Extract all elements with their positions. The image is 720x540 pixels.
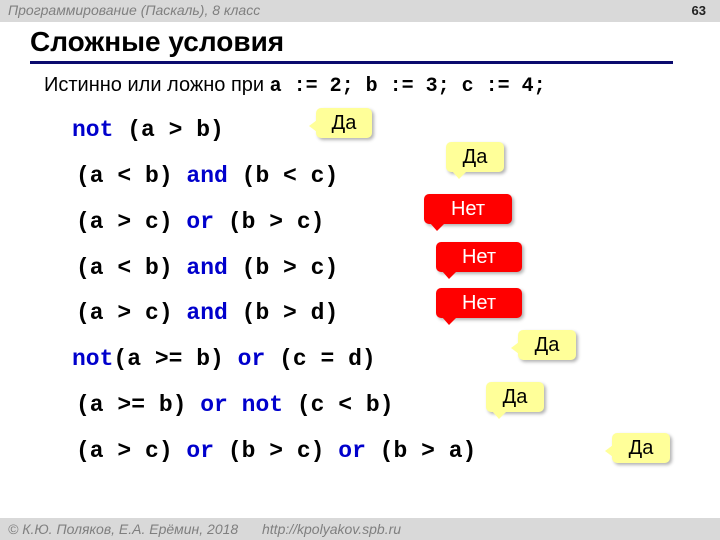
expression-text: (c < b) <box>283 392 394 418</box>
footer-bar: © К.Ю. Поляков, Е.А. Ерёмин, 2018 http:/… <box>0 518 720 540</box>
copyright-text: © К.Ю. Поляков, Е.А. Ерёмин, 2018 <box>8 521 239 537</box>
keyword-or: or <box>186 209 215 235</box>
expression-text: (a > c) <box>76 300 187 326</box>
expression-text: (b > c) <box>227 255 339 281</box>
keyword-and: and <box>186 255 228 281</box>
expression-text: (b < c) <box>227 163 339 189</box>
keyword-or: or <box>200 392 228 418</box>
expression-text: (a >= b) <box>113 346 238 372</box>
keyword-and: and <box>186 300 228 326</box>
expression-text: (a < b) <box>76 255 187 281</box>
expression-text: (a > c) <box>76 209 187 235</box>
expression-text <box>228 392 242 418</box>
expression-4: (a < b) and (b > c) <box>76 255 338 281</box>
keyword-not: not <box>72 346 114 372</box>
expression-text: (b > c) <box>214 209 325 235</box>
answer-callout-3: Нет <box>424 194 512 231</box>
answer-callout-6: Да <box>511 330 576 360</box>
expression-text: (b > a) <box>365 438 477 464</box>
expression-6: not(a >= b) or (c = d) <box>72 346 376 372</box>
expression-1: not (a > b) <box>72 117 224 143</box>
expression-text: (b > c) <box>214 438 339 464</box>
expression-2: (a < b) and (b < c) <box>76 163 338 189</box>
footer-url: http://kpolyakov.spb.ru <box>262 521 402 537</box>
expression-7: (a >= b) or not (c < b) <box>76 392 394 418</box>
answer-callout-8: Да <box>605 433 670 463</box>
title-underline <box>30 61 673 64</box>
intro-assignments: a := 2; b := 3; c := 4; <box>269 75 546 98</box>
intro-text: Истинно или ложно при <box>44 74 270 96</box>
keyword-not: not <box>241 392 284 418</box>
answer-callout-5: Нет <box>436 288 522 325</box>
course-title: Программирование (Паскаль), 8 класс <box>8 2 261 18</box>
answer-callout-1: Да <box>309 108 372 138</box>
expression-text: (a < b) <box>76 163 187 189</box>
header-bar: Программирование (Паскаль), 8 класс 63 <box>0 0 720 22</box>
answer-callout-7: Да <box>486 382 544 419</box>
expression-text: (b > d) <box>227 300 339 326</box>
keyword-or: or <box>237 346 266 372</box>
expression-8: (a > c) or (b > c) or (b > a) <box>76 438 476 464</box>
keyword-not: not <box>72 117 114 143</box>
intro-question: Истинно или ложно при a := 2; b := 3; c … <box>44 74 546 98</box>
expression-text: (c = d) <box>265 346 376 372</box>
expression-text: (a > b) <box>113 117 224 143</box>
keyword-and: and <box>186 163 228 189</box>
page-number: 63 <box>691 3 706 18</box>
keyword-or: or <box>186 438 215 464</box>
expression-text: (a >= b) <box>76 392 201 418</box>
expression-3: (a > c) or (b > c) <box>76 209 324 235</box>
keyword-or: or <box>338 438 366 464</box>
expression-text: (a > c) <box>76 438 187 464</box>
answer-callout-2: Да <box>446 142 504 179</box>
answer-callout-4: Нет <box>436 242 522 279</box>
expression-5: (a > c) and (b > d) <box>76 300 338 326</box>
slide-title: Сложные условия <box>30 26 285 57</box>
